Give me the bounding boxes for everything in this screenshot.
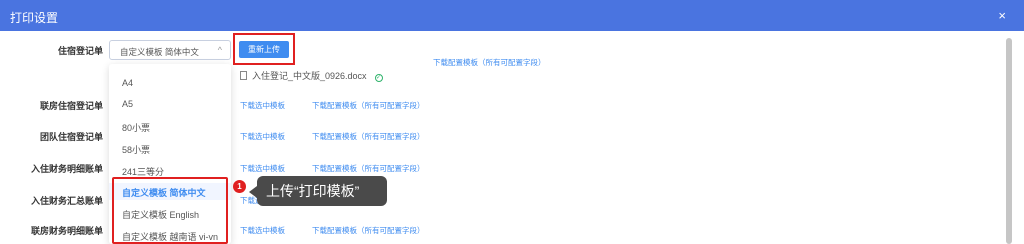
- template-select-value: 自定义模板 简体中文: [120, 47, 199, 57]
- tooltip-arrow: [249, 186, 257, 198]
- reupload-button[interactable]: 重新上传: [239, 41, 289, 58]
- download-config-link[interactable]: 下载配置模板（所有可配置字段）: [312, 131, 425, 142]
- dialog-header: 打印设置 ×: [0, 0, 1024, 31]
- download-config-template-link[interactable]: 下载配置模板（所有可配置字段）: [433, 57, 546, 68]
- chevron-up-icon: ^: [217, 45, 222, 55]
- download-config-link[interactable]: 下载配置模板（所有可配置字段）: [312, 225, 425, 236]
- file-name: 入住登记_中文版_0926.docx: [252, 71, 367, 81]
- download-selected-link[interactable]: 下载选中模板: [240, 163, 285, 174]
- download-config-link[interactable]: 下载配置模板（所有可配置字段）: [312, 163, 425, 174]
- download-selected-link[interactable]: 下载选中模板: [240, 100, 285, 111]
- vertical-scrollbar[interactable]: [1006, 38, 1012, 244]
- row-label-linked-detail-bill: 联房财务明细账单: [30, 226, 103, 236]
- row-label-group-registration: 团队住宿登记单: [39, 132, 103, 142]
- download-selected-link[interactable]: 下载选中模板: [240, 225, 285, 236]
- step-badge: 1: [233, 180, 246, 193]
- dropdown-option[interactable]: 58小票: [122, 143, 150, 156]
- download-config-link[interactable]: 下载配置模板（所有可配置字段）: [312, 100, 425, 111]
- dropdown-option[interactable]: 80小票: [122, 121, 150, 134]
- upload-highlight-box: 重新上传: [233, 33, 295, 65]
- uploaded-file: 入住登记_中文版_0926.docx ✓: [240, 69, 383, 82]
- dropdown-option[interactable]: A5: [122, 99, 133, 109]
- annotation-tooltip: 上传“打印模板”: [257, 176, 387, 206]
- row-label-linked-registration: 联房住宿登记单: [39, 101, 103, 111]
- dialog-title: 打印设置: [10, 11, 59, 25]
- custom-templates-highlight-box: [112, 177, 228, 244]
- check-circle-icon: ✓: [374, 74, 383, 82]
- dropdown-option[interactable]: A4: [122, 78, 133, 88]
- close-icon[interactable]: ×: [998, 8, 1006, 23]
- row-label-registration: 住宿登记单: [57, 46, 103, 56]
- row-label-checkin-detail-bill: 入住财务明细账单: [30, 164, 103, 174]
- template-select[interactable]: 自定义模板 简体中文 ^: [109, 40, 231, 60]
- download-selected-link[interactable]: 下载选中模板: [240, 131, 285, 142]
- row-label-checkin-summary-bill: 入住财务汇总账单: [30, 196, 103, 206]
- document-icon: [240, 71, 247, 80]
